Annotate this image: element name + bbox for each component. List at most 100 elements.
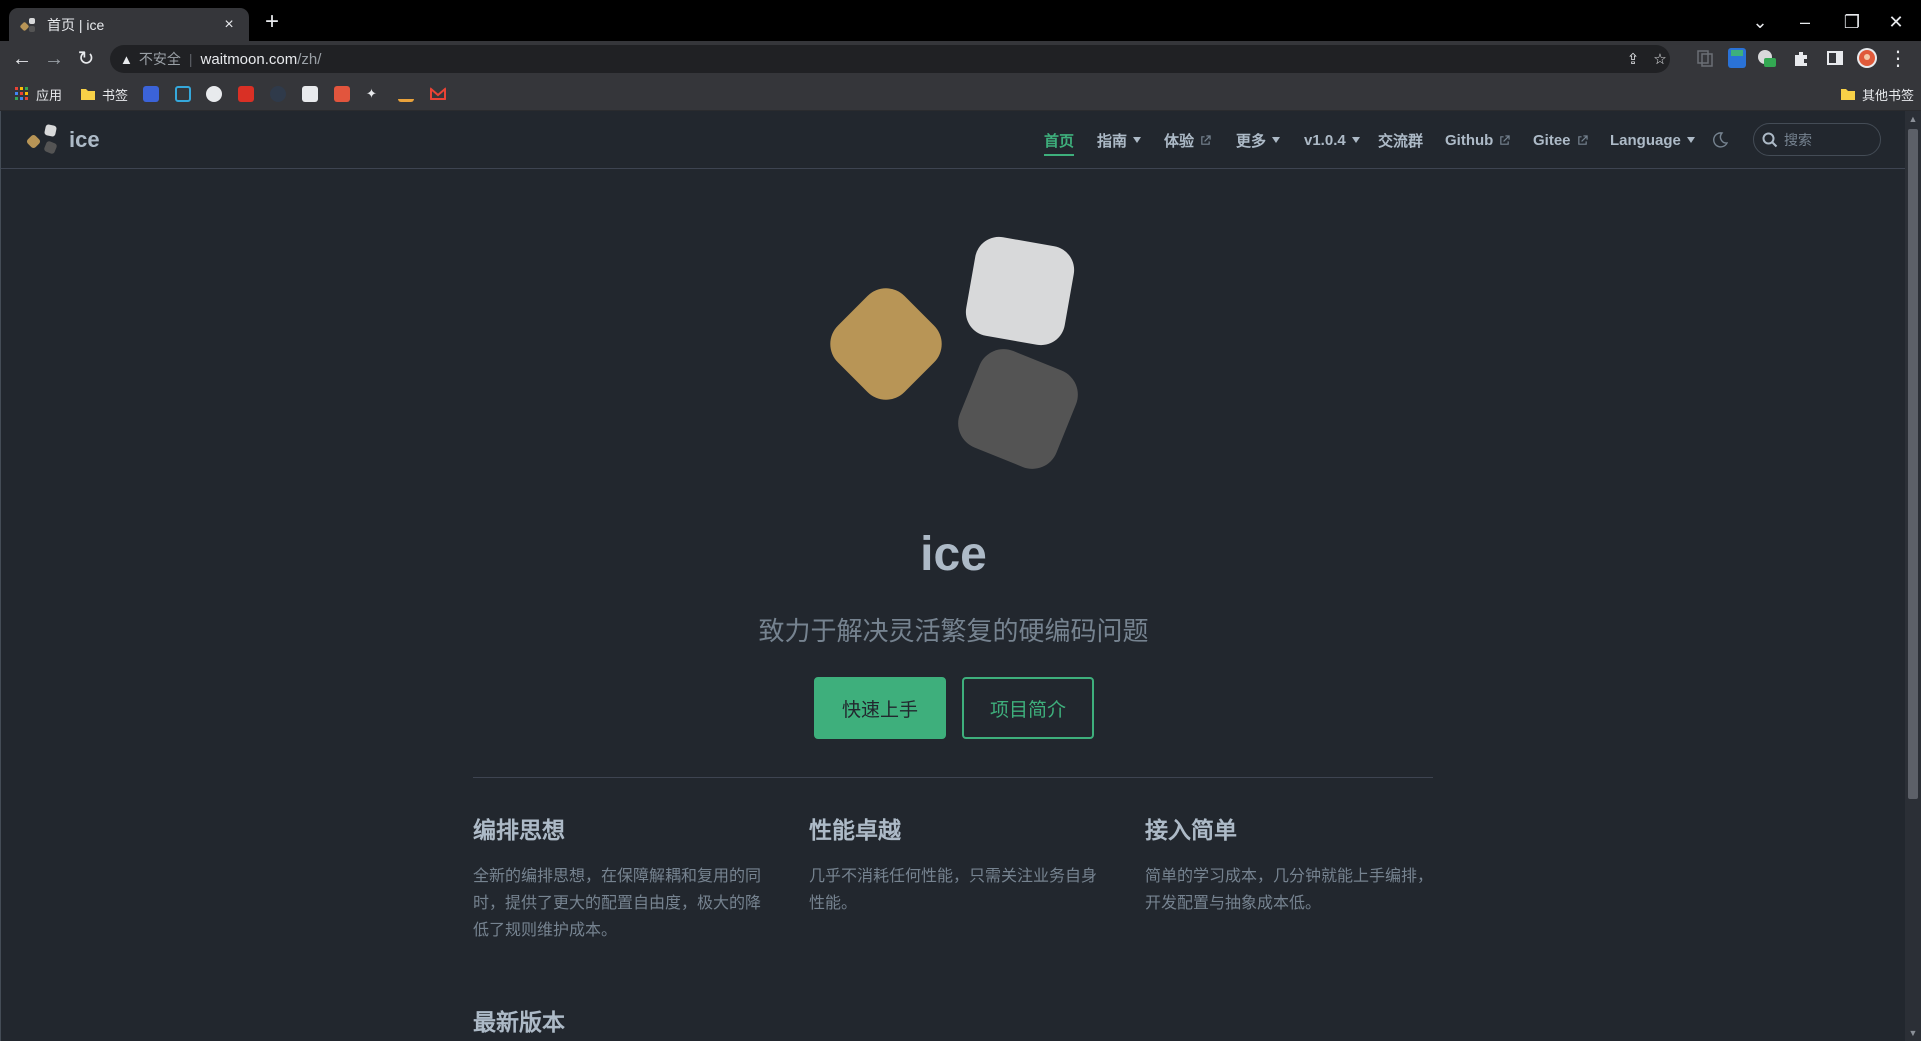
scroll-up-icon[interactable]: ▲ <box>1908 114 1918 124</box>
gmail-icon <box>430 86 446 100</box>
g-icon <box>238 86 254 102</box>
security-status[interactable]: 不安全 <box>139 49 181 69</box>
bookmark-red-site[interactable] <box>334 84 356 104</box>
bookmark-other[interactable]: 其他书签 <box>1840 84 1914 104</box>
rabbit-icon: ✦ <box>366 86 377 101</box>
nav-guide[interactable]: 指南 <box>1097 128 1142 152</box>
nav-gitee[interactable]: Gitee <box>1533 128 1588 152</box>
reload-button[interactable]: ↻ <box>74 47 98 71</box>
window-close-button[interactable]: ✕ <box>1884 10 1908 34</box>
nav-label: 指南 <box>1097 132 1128 150</box>
bookmark-cloud[interactable] <box>302 84 324 104</box>
nav-home[interactable]: 首页 <box>1044 128 1075 156</box>
dark-site-icon <box>270 86 286 102</box>
nav-label: 体验 <box>1164 132 1195 150</box>
url-host: waitmoon.com <box>200 50 298 68</box>
get-started-button[interactable]: 快速上手 <box>814 677 946 739</box>
feature-text: 几乎不消耗任何性能，只需关注业务自身性能。 <box>809 868 1098 912</box>
page-scrollbar[interactable]: ▲ ▼ <box>1905 111 1921 1041</box>
search-input[interactable] <box>1782 130 1872 149</box>
latest-version-heading: 最新版本 <box>473 1009 565 1035</box>
bookmark-label: 其他书签 <box>1862 87 1915 103</box>
hero-title: ice <box>920 528 987 581</box>
apps-grid-icon <box>15 87 28 100</box>
red-site-icon <box>334 86 350 102</box>
browser-tab[interactable]: 首页 | ice × <box>9 8 249 41</box>
nav-github[interactable]: Github <box>1445 128 1511 152</box>
external-link-icon <box>1201 134 1211 145</box>
external-link-icon <box>1500 134 1511 145</box>
bookmark-apps[interactable]: 应用 <box>14 84 62 104</box>
hero-logo-icon <box>830 236 1078 469</box>
site-nav: 首页 指南 体验 更多 v1.0.4 交流群 Github Gitee Lang… <box>1 128 1906 156</box>
nav-try[interactable]: 体验 <box>1164 128 1211 152</box>
tab-search-dropdown-icon[interactable]: ⌄ <box>1748 10 1772 34</box>
nav-label: v1.0.4 <box>1304 131 1346 149</box>
nav-label: Language <box>1610 131 1681 149</box>
feature-title: 编排思想 <box>473 817 565 843</box>
nav-label: 首页 <box>1044 132 1075 150</box>
caret-down-icon <box>1133 137 1142 143</box>
nav-label: 更多 <box>1236 132 1267 150</box>
bookmark-bilibili[interactable] <box>175 84 197 104</box>
bookmark-g[interactable] <box>238 84 260 104</box>
tab-close-icon[interactable]: × <box>219 16 239 34</box>
browser-menu-icon[interactable]: ⋮ <box>1886 47 1910 71</box>
bookmark-juejin[interactable] <box>398 84 420 104</box>
page-content: ice 首页 指南 体验 更多 v1.0.4 交流群 Github Gitee … <box>0 111 1906 1041</box>
bookmark-github[interactable] <box>206 84 228 104</box>
scroll-down-icon[interactable]: ▼ <box>1908 1028 1918 1038</box>
scroll-thumb[interactable] <box>1908 129 1918 799</box>
bookmark-folder[interactable]: 书签 <box>80 84 128 104</box>
baidu-icon <box>143 86 159 102</box>
cloud-icon <box>302 86 318 102</box>
feature-card: 编排思想 全新的编排思想，在保障解耦和复用的同时，提供了更大的配置自由度，极大的… <box>473 811 773 944</box>
nav-community[interactable]: 交流群 <box>1378 128 1423 152</box>
bookmarks-bar: 应用 书签 ✦ 其他书签 <box>0 77 1921 111</box>
extensions-puzzle-icon[interactable] <box>1792 49 1810 67</box>
project-intro-button[interactable]: 项目简介 <box>962 677 1094 739</box>
bookmark-gmail[interactable] <box>430 84 452 104</box>
bookmark-star-icon[interactable]: ☆ <box>1650 50 1670 68</box>
back-button[interactable]: ← <box>10 47 34 71</box>
section-divider <box>473 777 1433 778</box>
tab-strip: 首页 | ice × + ⌄ – ❐ ✕ <box>0 0 1921 41</box>
restore-button[interactable]: ❐ <box>1840 10 1864 34</box>
share-icon[interactable]: ⇪ <box>1623 50 1643 68</box>
bookmark-label: 应用 <box>36 87 63 103</box>
feature-card: 性能卓越 几乎不消耗任何性能，只需关注业务自身性能。 <box>809 811 1109 917</box>
ice-favicon-icon <box>19 16 37 34</box>
profile-avatar[interactable] <box>1856 47 1878 69</box>
hero-description: 致力于解决灵活繁复的硬编码问题 <box>758 616 1149 646</box>
bookmark-rabbit[interactable]: ✦ <box>366 84 388 104</box>
nav-language[interactable]: Language <box>1610 128 1695 152</box>
forward-button[interactable]: → <box>42 47 66 71</box>
feature-card: 接入简单 简单的学习成本，几分钟就能上手编排，开发配置与抽象成本低。 <box>1145 811 1445 917</box>
nav-version[interactable]: v1.0.4 <box>1304 128 1360 152</box>
nav-label: Github <box>1445 131 1494 149</box>
dark-mode-toggle[interactable] <box>1712 128 1728 152</box>
github-icon <box>206 86 222 102</box>
nav-label: Gitee <box>1533 131 1571 149</box>
warning-icon[interactable]: ▲ <box>120 52 133 67</box>
feature-title: 性能卓越 <box>809 817 901 843</box>
extension-chat-icon[interactable] <box>1756 48 1778 70</box>
nav-more[interactable]: 更多 <box>1236 128 1281 152</box>
browser-toolbar: ← → ↻ ▲ 不安全 | waitmoon.com /zh/ ⇪ ☆ ⋮ <box>0 41 1921 77</box>
feature-text: 全新的编排思想，在保障解耦和复用的同时，提供了更大的配置自由度，极大的降低了规则… <box>473 868 762 939</box>
feature-title: 接入简单 <box>1145 817 1237 843</box>
caret-down-icon <box>1686 137 1695 143</box>
extension-copy-icon[interactable] <box>1696 49 1714 67</box>
address-bar[interactable]: ▲ 不安全 | waitmoon.com /zh/ ⇪ ☆ <box>110 45 1670 73</box>
minimize-button[interactable]: – <box>1793 10 1817 34</box>
extension-on-icon[interactable] <box>1726 47 1748 69</box>
side-panel-icon[interactable] <box>1826 49 1844 67</box>
caret-down-icon <box>1272 137 1281 143</box>
folder-icon <box>1841 89 1855 100</box>
feature-text: 简单的学习成本，几分钟就能上手编排，开发配置与抽象成本低。 <box>1145 868 1434 912</box>
new-tab-button[interactable]: + <box>262 10 282 34</box>
bookmark-dark-site[interactable] <box>270 84 292 104</box>
tab-title: 首页 | ice <box>47 16 105 33</box>
search-box[interactable] <box>1753 123 1881 156</box>
bookmark-baidu[interactable] <box>143 84 165 104</box>
